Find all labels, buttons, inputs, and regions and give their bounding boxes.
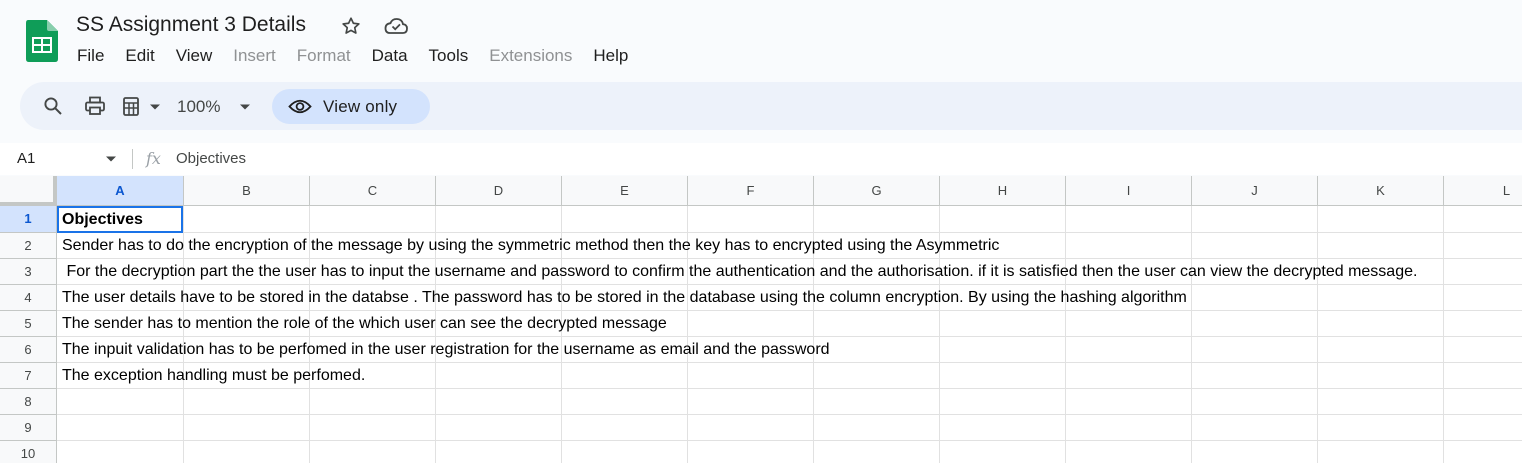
toolbar: 100% View only xyxy=(20,82,1522,130)
column-header-e[interactable]: E xyxy=(562,176,688,206)
view-only-button[interactable]: View only xyxy=(272,89,430,124)
column-header-g[interactable]: G xyxy=(814,176,940,206)
formula-divider xyxy=(132,149,133,169)
row-header-5[interactable]: 5 xyxy=(0,311,57,337)
paint-format-icon[interactable] xyxy=(121,96,143,117)
row-header-6[interactable]: 6 xyxy=(0,337,57,363)
fx-icon: fx xyxy=(146,149,161,168)
cell-a4[interactable]: The user details have to be stored in th… xyxy=(62,289,1187,307)
gridline xyxy=(57,232,1522,233)
column-header-c[interactable]: C xyxy=(310,176,436,206)
gridline xyxy=(1317,206,1318,463)
gridline xyxy=(57,440,1522,441)
sheets-logo-icon[interactable] xyxy=(26,20,58,62)
column-header-k[interactable]: K xyxy=(1318,176,1444,206)
menu-file[interactable]: File xyxy=(66,44,114,70)
row-header-2[interactable]: 2 xyxy=(0,233,57,259)
gridline xyxy=(1191,206,1192,463)
cell-a6[interactable]: The inpuit validation has to be perfomed… xyxy=(62,341,830,359)
row-header-10[interactable]: 10 xyxy=(0,441,57,463)
formula-input[interactable]: Objectives xyxy=(176,150,246,167)
cell-a7[interactable]: The exception handling must be perfomed. xyxy=(62,367,365,385)
column-header-d[interactable]: D xyxy=(436,176,562,206)
menu-help[interactable]: Help xyxy=(582,44,638,70)
zoom-select[interactable]: 100% xyxy=(177,97,220,117)
column-header-j[interactable]: J xyxy=(1192,176,1318,206)
document-title[interactable]: SS Assignment 3 Details xyxy=(76,13,306,37)
menu-extensions[interactable]: Extensions xyxy=(478,44,582,70)
column-header-l[interactable]: L xyxy=(1444,176,1522,206)
gridline xyxy=(1443,206,1444,463)
gridline xyxy=(57,362,1522,363)
column-header-b[interactable]: B xyxy=(184,176,310,206)
menu-edit[interactable]: Edit xyxy=(114,44,164,70)
column-header-f[interactable]: F xyxy=(688,176,814,206)
gridline xyxy=(57,388,1522,389)
gridline xyxy=(57,284,1522,285)
cell-a2[interactable]: Sender has to do the encryption of the m… xyxy=(62,237,999,255)
menu-format[interactable]: Format xyxy=(286,44,361,70)
menu-data[interactable]: Data xyxy=(361,44,418,70)
row-header-8[interactable]: 8 xyxy=(0,389,57,415)
select-all-corner[interactable] xyxy=(0,176,57,206)
menu-view[interactable]: View xyxy=(165,44,223,70)
selected-cell-a1[interactable] xyxy=(57,206,183,233)
column-header-h[interactable]: H xyxy=(940,176,1066,206)
search-icon[interactable] xyxy=(43,96,63,116)
row-header-1[interactable]: 1 xyxy=(0,206,57,233)
menu-insert[interactable]: Insert xyxy=(222,44,286,70)
gridline xyxy=(57,414,1522,415)
menu-bar: File Edit View Insert Format Data Tools … xyxy=(66,44,638,70)
row-header-4[interactable]: 4 xyxy=(0,285,57,311)
row-header-9[interactable]: 9 xyxy=(0,415,57,441)
menu-tools[interactable]: Tools xyxy=(418,44,479,70)
gridline xyxy=(57,336,1522,337)
gridline xyxy=(1065,206,1066,463)
print-icon[interactable] xyxy=(84,96,106,116)
cell-a3[interactable]: For the decryption part the the user has… xyxy=(62,263,1417,281)
view-only-label: View only xyxy=(323,97,398,116)
cell-a5[interactable]: The sender has to mention the role of th… xyxy=(62,315,667,333)
column-header-a[interactable]: A xyxy=(57,176,184,206)
star-icon[interactable] xyxy=(340,15,362,37)
column-header-i[interactable]: I xyxy=(1066,176,1192,206)
name-box[interactable]: A1 xyxy=(17,150,35,167)
cloud-saved-icon[interactable] xyxy=(383,15,409,37)
gridline xyxy=(57,258,1522,259)
gridline xyxy=(57,310,1522,311)
name-box-chevron-down-icon[interactable] xyxy=(105,155,117,163)
row-header-7[interactable]: 7 xyxy=(0,363,57,389)
row-header-3[interactable]: 3 xyxy=(0,259,57,285)
zoom-chevron-down-icon[interactable] xyxy=(239,103,251,111)
formula-bar: A1 fx Objectives xyxy=(0,143,1522,175)
eye-icon xyxy=(288,99,312,114)
chevron-down-icon[interactable] xyxy=(149,103,161,111)
spreadsheet-grid[interactable]: A B C D E F G H I J K L 1 2 3 4 5 6 7 8 … xyxy=(0,176,1522,463)
